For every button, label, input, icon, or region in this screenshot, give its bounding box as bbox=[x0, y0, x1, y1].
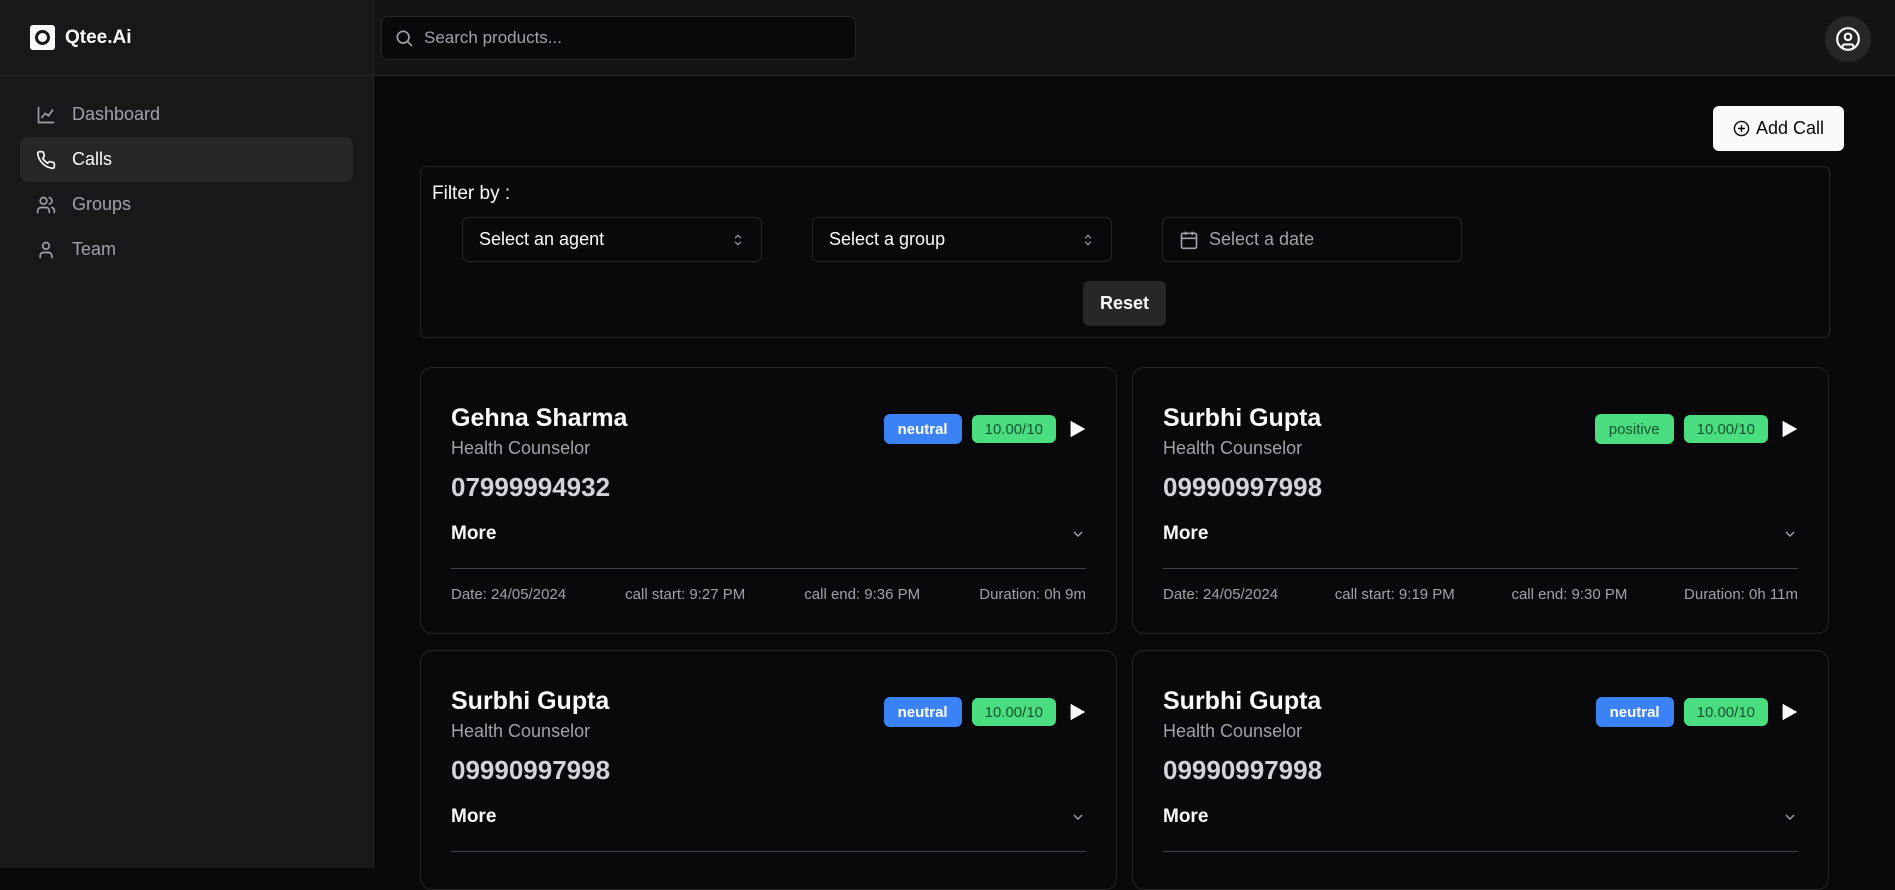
calendar-icon bbox=[1179, 230, 1199, 250]
score-badge: 10.00/10 bbox=[1684, 698, 1768, 726]
chevrons-up-down-icon bbox=[1081, 233, 1095, 247]
topbar bbox=[374, 0, 1895, 76]
divider bbox=[451, 568, 1086, 569]
sidebar-item-dashboard[interactable]: Dashboard bbox=[20, 92, 353, 137]
call-date: Date: 24/05/2024 bbox=[451, 586, 566, 603]
score-badge: 10.00/10 bbox=[972, 415, 1056, 443]
call-meta: Date: 24/05/2024 call start: 9:19 PM cal… bbox=[1163, 586, 1798, 603]
phone-number: 09990997998 bbox=[451, 755, 610, 786]
main-content: Add Call Filter by : Select an agent Sel… bbox=[374, 77, 1895, 868]
card-badges: neutral 10.00/10 bbox=[1596, 697, 1800, 727]
agent-select[interactable]: Select an agent bbox=[462, 217, 762, 262]
call-card: Gehna Sharma Health Counselor 0799999493… bbox=[420, 367, 1117, 634]
more-toggle[interactable]: More bbox=[1163, 806, 1798, 828]
play-icon[interactable] bbox=[1066, 701, 1088, 723]
more-label: More bbox=[1163, 523, 1208, 545]
group-select-value: Select a group bbox=[829, 229, 945, 250]
agent-role: Health Counselor bbox=[451, 721, 590, 742]
call-card: Surbhi Gupta Health Counselor 0999099799… bbox=[1132, 367, 1829, 634]
more-label: More bbox=[451, 806, 496, 828]
card-badges: positive 10.00/10 bbox=[1595, 414, 1800, 444]
more-toggle[interactable]: More bbox=[451, 523, 1086, 545]
call-card: Surbhi Gupta Health Counselor 0999099799… bbox=[1132, 650, 1829, 890]
score-badge: 10.00/10 bbox=[1684, 415, 1768, 443]
filter-panel: Filter by : Select an agent Select a gro… bbox=[420, 166, 1830, 338]
sidebar-item-label: Team bbox=[72, 239, 116, 260]
phone-number: 09990997998 bbox=[1163, 755, 1322, 786]
score-badge: 10.00/10 bbox=[972, 698, 1056, 726]
sidebar-item-label: Calls bbox=[72, 149, 112, 170]
card-badges: neutral 10.00/10 bbox=[884, 414, 1088, 444]
call-date: Date: 24/05/2024 bbox=[1163, 586, 1278, 603]
users-icon bbox=[36, 195, 56, 215]
phone-icon bbox=[36, 150, 56, 170]
brand[interactable]: Qtee.Ai bbox=[0, 0, 373, 76]
chevron-down-icon bbox=[1782, 809, 1798, 825]
sentiment-badge: positive bbox=[1595, 414, 1674, 444]
sidebar-nav: Dashboard Calls Groups Team bbox=[0, 76, 373, 288]
card-badges: neutral 10.00/10 bbox=[884, 697, 1088, 727]
agent-name: Surbhi Gupta bbox=[451, 687, 609, 716]
phone-number: 09990997998 bbox=[1163, 472, 1322, 503]
search-icon bbox=[394, 28, 414, 48]
more-toggle[interactable]: More bbox=[1163, 523, 1798, 545]
call-end: call end: 9:36 PM bbox=[804, 586, 920, 603]
chevron-down-icon bbox=[1070, 809, 1086, 825]
sidebar-item-team[interactable]: Team bbox=[20, 227, 353, 272]
agent-role: Health Counselor bbox=[1163, 438, 1302, 459]
agent-role: Health Counselor bbox=[1163, 721, 1302, 742]
call-duration: Duration: 0h 11m bbox=[1684, 586, 1798, 603]
brand-name: Qtee.Ai bbox=[65, 27, 132, 49]
sidebar-item-label: Dashboard bbox=[72, 104, 160, 125]
user-menu-button[interactable] bbox=[1825, 16, 1871, 62]
sentiment-badge: neutral bbox=[1596, 697, 1674, 727]
more-label: More bbox=[1163, 806, 1208, 828]
more-label: More bbox=[451, 523, 496, 545]
user-icon bbox=[36, 240, 56, 260]
phone-number: 07999994932 bbox=[451, 472, 610, 503]
plus-circle-icon bbox=[1733, 120, 1750, 137]
more-toggle[interactable]: More bbox=[451, 806, 1086, 828]
sidebar-item-groups[interactable]: Groups bbox=[20, 182, 353, 227]
agent-select-value: Select an agent bbox=[479, 229, 604, 250]
reset-button[interactable]: Reset bbox=[1083, 281, 1166, 326]
sidebar-item-calls[interactable]: Calls bbox=[20, 137, 353, 182]
chevron-down-icon bbox=[1782, 526, 1798, 542]
chevrons-up-down-icon bbox=[731, 233, 745, 247]
chart-line-icon bbox=[36, 105, 56, 125]
date-picker-value: Select a date bbox=[1209, 229, 1314, 250]
call-end: call end: 9:30 PM bbox=[1511, 586, 1627, 603]
date-picker[interactable]: Select a date bbox=[1162, 217, 1462, 262]
agent-name: Surbhi Gupta bbox=[1163, 404, 1321, 433]
divider bbox=[1163, 568, 1798, 569]
agent-role: Health Counselor bbox=[451, 438, 590, 459]
play-icon[interactable] bbox=[1778, 701, 1800, 723]
divider bbox=[1163, 851, 1798, 852]
sidebar: Qtee.Ai Dashboard Calls Groups Team bbox=[0, 0, 374, 868]
play-icon[interactable] bbox=[1778, 418, 1800, 440]
logo-icon bbox=[30, 25, 55, 50]
call-card: Surbhi Gupta Health Counselor 0999099799… bbox=[420, 650, 1117, 890]
user-circle-icon bbox=[1835, 26, 1861, 52]
agent-name: Surbhi Gupta bbox=[1163, 687, 1321, 716]
agent-name: Gehna Sharma bbox=[451, 404, 627, 433]
sentiment-badge: neutral bbox=[884, 414, 962, 444]
add-call-label: Add Call bbox=[1756, 118, 1824, 139]
search-box[interactable] bbox=[381, 16, 856, 60]
group-select[interactable]: Select a group bbox=[812, 217, 1112, 262]
add-call-button[interactable]: Add Call bbox=[1713, 106, 1844, 151]
chevron-down-icon bbox=[1070, 526, 1086, 542]
search-input[interactable] bbox=[424, 28, 844, 48]
sidebar-item-label: Groups bbox=[72, 194, 131, 215]
sentiment-badge: neutral bbox=[884, 697, 962, 727]
divider bbox=[451, 851, 1086, 852]
call-duration: Duration: 0h 9m bbox=[979, 586, 1086, 603]
call-start: call start: 9:27 PM bbox=[625, 586, 745, 603]
filter-label: Filter by : bbox=[432, 183, 510, 205]
play-icon[interactable] bbox=[1066, 418, 1088, 440]
call-meta: Date: 24/05/2024 call start: 9:27 PM cal… bbox=[451, 586, 1086, 603]
call-start: call start: 9:19 PM bbox=[1335, 586, 1455, 603]
